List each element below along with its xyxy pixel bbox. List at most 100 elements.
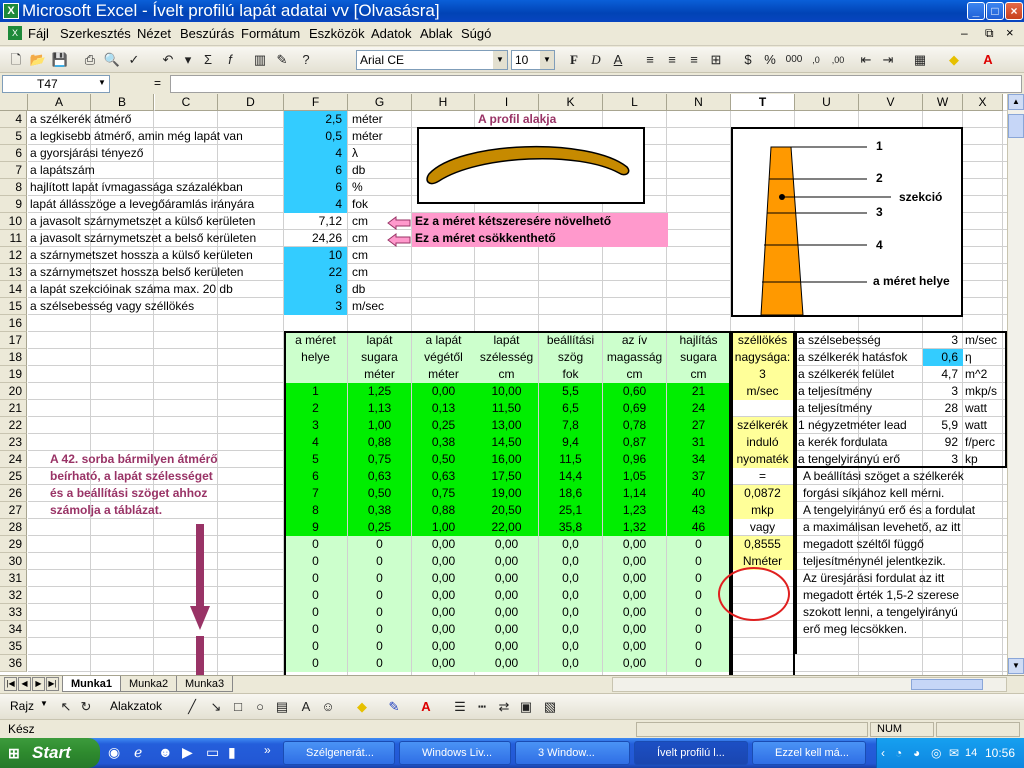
table-cell[interactable]: 0,00 — [603, 655, 666, 672]
table-cell[interactable]: 6 — [284, 468, 347, 485]
table-cell[interactable]: 0,75 — [348, 451, 411, 468]
align-left-icon[interactable]: ≡ — [640, 50, 660, 70]
table-cell[interactable]: 43 — [667, 502, 730, 519]
result-value[interactable]: 3 — [923, 451, 963, 468]
maximize-button[interactable]: □ — [986, 2, 1004, 20]
table-cell[interactable]: 0,69 — [603, 400, 666, 417]
table-header-cell[interactable]: méter — [412, 366, 475, 383]
table-cell[interactable]: 31 — [667, 434, 730, 451]
messenger-icon[interactable]: ☻ — [158, 744, 173, 760]
table-cell[interactable]: 0,00 — [603, 536, 666, 553]
table-cell[interactable]: 27 — [667, 417, 730, 434]
table-cell[interactable]: 14,50 — [475, 434, 538, 451]
row-header[interactable]: 34 — [0, 621, 27, 638]
fill-color-icon[interactable]: ◆ — [944, 50, 964, 70]
row-header[interactable]: 31 — [0, 570, 27, 587]
param-label[interactable]: lapát állásszöge a levegőáramlás irányár… — [28, 196, 278, 213]
row-header[interactable]: 36 — [0, 655, 27, 672]
table-cell[interactable]: 14,4 — [539, 468, 602, 485]
param-unit[interactable]: cm — [348, 264, 411, 281]
result-unit[interactable]: watt — [963, 417, 1007, 434]
note-double-size[interactable]: Ez a méret kétszeresére növelhető — [412, 213, 668, 230]
table-header-cell[interactable]: sugara — [348, 349, 411, 366]
row-header[interactable]: 35 — [0, 638, 27, 655]
table-cell[interactable]: 0 — [348, 570, 411, 587]
scroll-thumb[interactable] — [1008, 114, 1024, 138]
line-color-icon[interactable]: ✎ — [384, 697, 404, 717]
column-header[interactable]: D — [218, 94, 284, 111]
table-cell[interactable]: 0 — [348, 638, 411, 655]
torque-cell[interactable]: 0,8555 — [731, 536, 794, 553]
table-header-cell[interactable]: fok — [539, 366, 602, 383]
table-cell[interactable]: 0,00 — [412, 536, 475, 553]
table-cell[interactable]: 10,00 — [475, 383, 538, 400]
next-sheet-icon[interactable]: ▶ — [32, 677, 45, 691]
scroll-down-icon[interactable]: ▼ — [1008, 658, 1024, 674]
table-header-cell[interactable]: helye — [284, 349, 347, 366]
row-header[interactable]: 4 — [0, 111, 27, 128]
param-label[interactable]: a szárnymetszet hossza a külső kerületen — [28, 247, 278, 264]
tray-app-icon[interactable]: ◎ — [931, 738, 941, 768]
torque-cell[interactable]: = — [731, 468, 794, 485]
column-header[interactable]: X — [963, 94, 1003, 111]
column-header[interactable]: V — [859, 94, 923, 111]
row-header[interactable]: 22 — [0, 417, 27, 434]
table-cell[interactable]: 0 — [348, 621, 411, 638]
row-header[interactable]: 19 — [0, 366, 27, 383]
param-value[interactable]: 24,26 — [284, 230, 347, 247]
explanation-text[interactable]: a maximálisan levehető, az itt — [795, 519, 1005, 536]
table-cell[interactable]: 46 — [667, 519, 730, 536]
tray-expand-icon[interactable]: ‹ — [881, 738, 885, 768]
column-header[interactable]: N — [667, 94, 731, 111]
decrease-decimal-icon[interactable]: ,00 — [828, 50, 848, 70]
prev-sheet-icon[interactable]: ◀ — [18, 677, 31, 691]
torque-cell[interactable]: nagysága: — [731, 349, 794, 366]
row-header[interactable]: 5 — [0, 128, 27, 145]
table-cell[interactable]: 0,63 — [348, 468, 411, 485]
table-cell[interactable]: 0,00 — [603, 553, 666, 570]
bold-icon[interactable]: F — [564, 50, 584, 70]
table-header-cell[interactable]: cm — [603, 366, 666, 383]
table-cell[interactable]: 0,0 — [539, 587, 602, 604]
result-value[interactable]: 5,9 — [923, 417, 963, 434]
param-value[interactable]: 10 — [284, 247, 347, 264]
table-cell[interactable]: 9,4 — [539, 434, 602, 451]
percent-icon[interactable]: % — [760, 50, 780, 70]
table-header-cell[interactable]: cm — [667, 366, 730, 383]
table-header-cell[interactable]: lapát — [475, 332, 538, 349]
task-ezzel[interactable]: Ezzel kell má... — [752, 741, 866, 765]
name-box[interactable]: T47 — [2, 75, 110, 93]
param-label[interactable]: a javasolt szárnymetszet a külső kerület… — [28, 213, 278, 230]
function-icon[interactable]: f — [220, 50, 240, 70]
chevron-right-icon[interactable]: » — [264, 743, 271, 757]
result-label[interactable]: a kerék fordulata — [795, 434, 923, 451]
table-cell[interactable]: 0,88 — [348, 434, 411, 451]
table-cell[interactable]: 0 — [667, 655, 730, 672]
row-header[interactable]: 15 — [0, 298, 27, 315]
row-header[interactable]: 17 — [0, 332, 27, 349]
increase-decimal-icon[interactable]: ,0 — [806, 50, 826, 70]
table-cell[interactable]: 24 — [667, 400, 730, 417]
torque-cell[interactable] — [731, 400, 794, 417]
task-excel[interactable]: Ívelt profilú l... — [634, 741, 748, 765]
explanation-text[interactable]: A beállítási szöget a szélkerék — [795, 468, 1005, 485]
table-cell[interactable]: 0,0 — [539, 536, 602, 553]
table-cell[interactable]: 0,13 — [412, 400, 475, 417]
shadow-icon[interactable]: ▣ — [516, 697, 536, 717]
table-cell[interactable]: 0 — [284, 604, 347, 621]
explanation-text[interactable]: A tengelyirányú erő és a fordulat — [795, 502, 1005, 519]
explanation-text[interactable]: szokott lenni, a tengelyirányú — [795, 604, 1005, 621]
param-label[interactable]: a javasolt szárnymetszet a belső kerület… — [28, 230, 278, 247]
param-unit[interactable]: db — [348, 281, 411, 298]
result-value[interactable]: 0,6 — [923, 349, 963, 366]
chart-wizard-icon[interactable]: ▥ — [250, 50, 270, 70]
result-value[interactable]: 28 — [923, 400, 963, 417]
print-preview-icon[interactable]: 🔍 — [102, 50, 122, 70]
task-szelgenerator[interactable]: Szélgenerát... — [283, 741, 395, 765]
font-name-select[interactable]: Arial CE ▼ — [356, 50, 508, 70]
table-cell[interactable]: 0,50 — [348, 485, 411, 502]
param-value[interactable]: 4 — [284, 145, 347, 162]
table-header-cell[interactable] — [284, 366, 347, 383]
table-cell[interactable]: 0,38 — [412, 434, 475, 451]
table-cell[interactable]: 0,75 — [412, 485, 475, 502]
